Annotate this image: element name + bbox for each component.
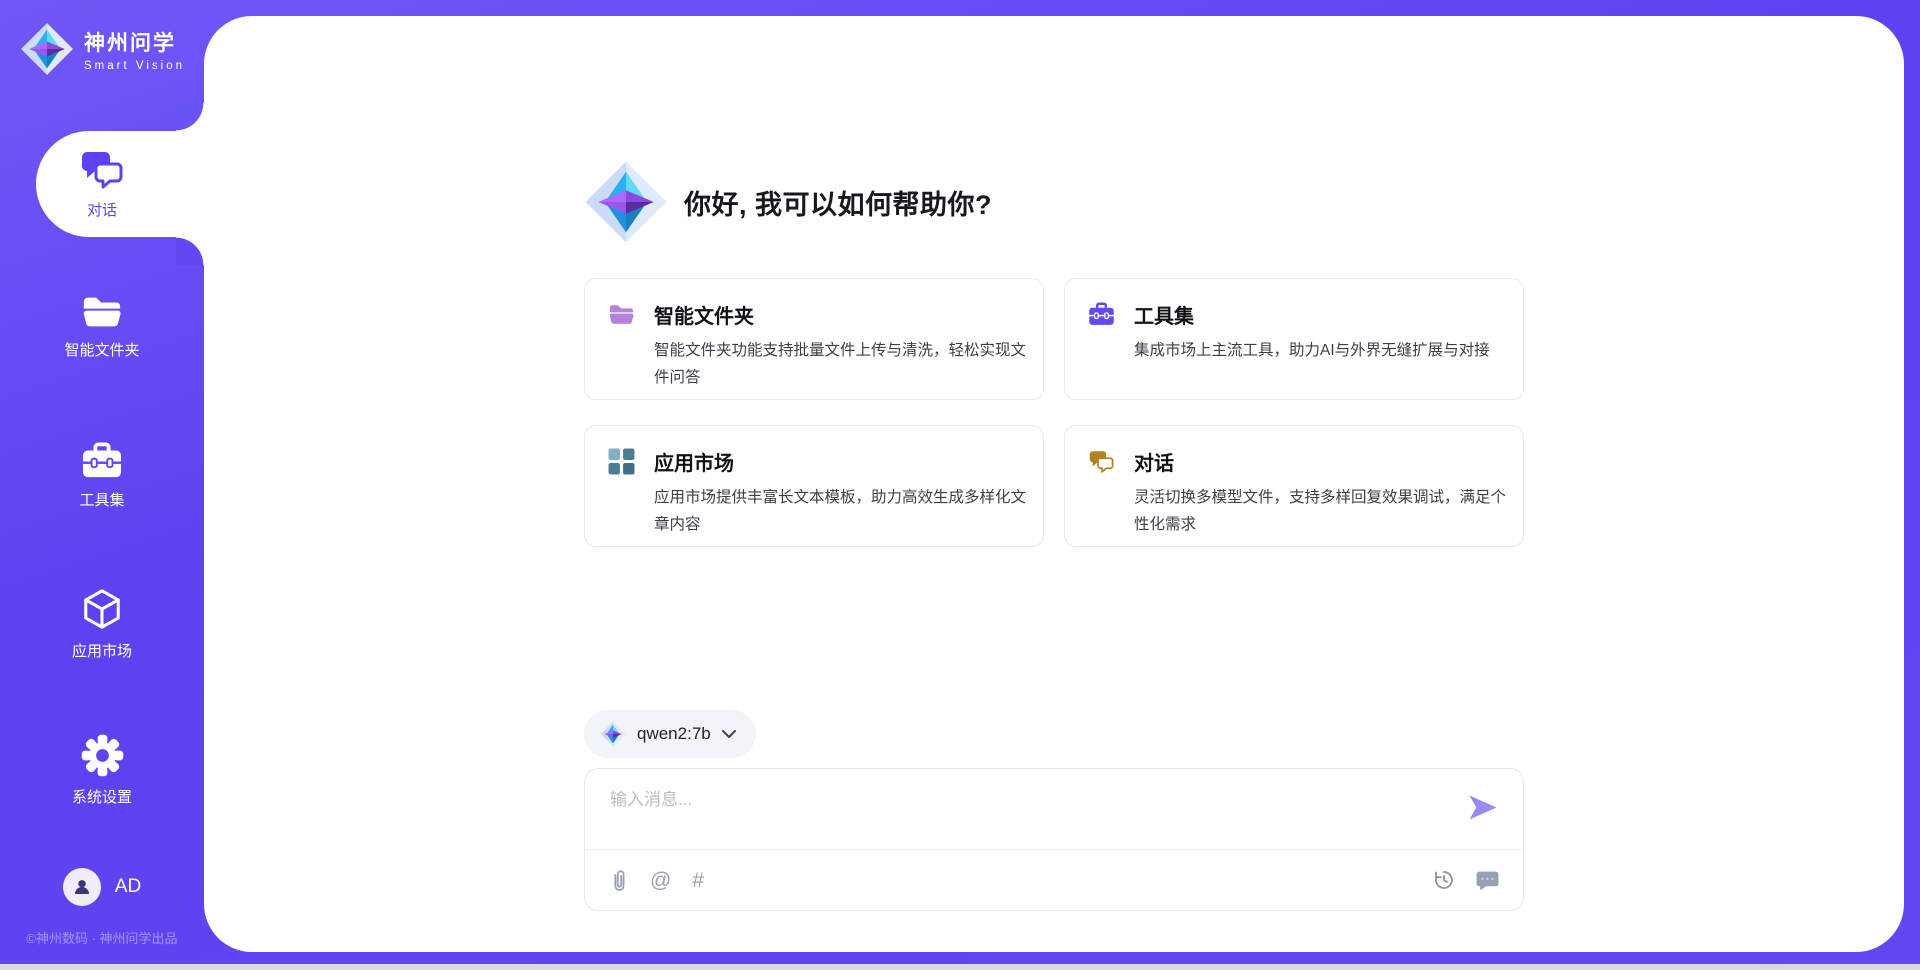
brand-diamond-icon — [20, 22, 74, 76]
chat-bubbles-icon — [1088, 448, 1115, 475]
sidebar-item-settings[interactable]: 系统设置 — [0, 734, 204, 807]
main-content: 你好, 我可以如何帮助你? 智能文件夹 智能文件夹功能支持批量文件上传与清洗，轻… — [584, 16, 1524, 952]
message-composer: @ # — [584, 768, 1524, 911]
sidebar-footer: ©神州数码 · 神州问学出品 — [0, 928, 204, 947]
sidebar-item-label: 工具集 — [79, 489, 124, 510]
card-title: 工具集 — [1134, 300, 1194, 329]
send-icon — [1467, 794, 1499, 821]
cube-icon — [81, 587, 123, 631]
sidebar-item-label: 对话 — [87, 199, 117, 220]
sidebar-item-label: 系统设置 — [72, 786, 132, 807]
avatar — [63, 868, 101, 906]
sidebar-item-market[interactable]: 应用市场 — [0, 587, 204, 661]
user-profile[interactable]: AD — [0, 868, 204, 906]
sidebar: 神州问学 Smart Vision 对话 智能文件夹 工具集 — [0, 0, 204, 964]
brand-tagline: Smart Vision — [84, 60, 185, 72]
sidebar-item-label: 智能文件夹 — [64, 339, 139, 360]
model-selector[interactable]: qwen2:7b — [584, 710, 756, 758]
sidebar-item-tools[interactable]: 工具集 — [0, 442, 204, 510]
card-app-market[interactable]: 应用市场 应用市场提供丰富长文本模板，助力高效生成多样化文章内容 — [584, 425, 1044, 547]
model-diamond-icon — [600, 721, 626, 747]
sidebar-item-folders[interactable]: 智能文件夹 — [0, 294, 204, 360]
card-toolset[interactable]: 工具集 集成市场上主流工具，助力AI与外界无缝扩展与对接 — [1064, 278, 1524, 400]
feature-cards: 智能文件夹 智能文件夹功能支持批量文件上传与清洗，轻松实现文件问答 工具集 集成… — [584, 278, 1524, 547]
send-button[interactable] — [1467, 794, 1499, 821]
paperclip-icon[interactable] — [609, 868, 629, 893]
window-bottom-edge — [0, 964, 1920, 970]
sidebar-item-label: 应用市场 — [72, 640, 132, 661]
chat-bubbles-icon — [79, 149, 125, 190]
greeting-row: 你好, 我可以如何帮助你? — [584, 160, 992, 244]
model-name: qwen2:7b — [637, 724, 711, 744]
main-panel: 你好, 我可以如何帮助你? 智能文件夹 智能文件夹功能支持批量文件上传与清洗，轻… — [204, 16, 1904, 952]
folder-open-icon — [608, 301, 635, 328]
chat-filled-icon[interactable] — [1476, 870, 1499, 891]
card-description: 应用市场提供丰富长文本模板，助力高效生成多样化文章内容 — [654, 484, 1030, 538]
briefcase-icon — [81, 442, 123, 480]
at-icon[interactable]: @ — [650, 870, 671, 891]
card-title: 对话 — [1134, 447, 1174, 476]
history-icon[interactable] — [1433, 869, 1455, 891]
person-icon — [72, 877, 92, 897]
card-title: 智能文件夹 — [654, 300, 754, 329]
greeting-diamond-icon — [584, 160, 668, 244]
card-chat[interactable]: 对话 灵活切换多模型文件，支持多样回复效果调试，满足个性化需求 — [1064, 425, 1524, 547]
chevron-down-icon — [722, 730, 736, 738]
message-input[interactable] — [610, 785, 1450, 815]
brand-name: 神州问学 — [84, 27, 185, 57]
hash-icon[interactable]: # — [692, 870, 704, 891]
card-description: 集成市场上主流工具，助力AI与外界无缝扩展与对接 — [1134, 337, 1510, 364]
folder-icon — [81, 294, 123, 330]
user-initials: AD — [115, 876, 141, 898]
card-description: 智能文件夹功能支持批量文件上传与清洗，轻松实现文件问答 — [654, 337, 1030, 391]
brand-logo: 神州问学 Smart Vision — [20, 22, 185, 76]
composer-toolbar: @ # — [585, 850, 1523, 910]
card-smart-folders[interactable]: 智能文件夹 智能文件夹功能支持批量文件上传与清洗，轻松实现文件问答 — [584, 278, 1044, 400]
gear-icon — [81, 734, 124, 777]
card-description: 灵活切换多模型文件，支持多样回复效果调试，满足个性化需求 — [1134, 484, 1510, 538]
toolbox-icon — [1088, 301, 1115, 328]
sidebar-item-chat[interactable]: 对话 — [0, 149, 204, 220]
apps-grid-icon — [608, 448, 635, 475]
greeting-title: 你好, 我可以如何帮助你? — [684, 183, 992, 222]
card-title: 应用市场 — [654, 447, 734, 476]
